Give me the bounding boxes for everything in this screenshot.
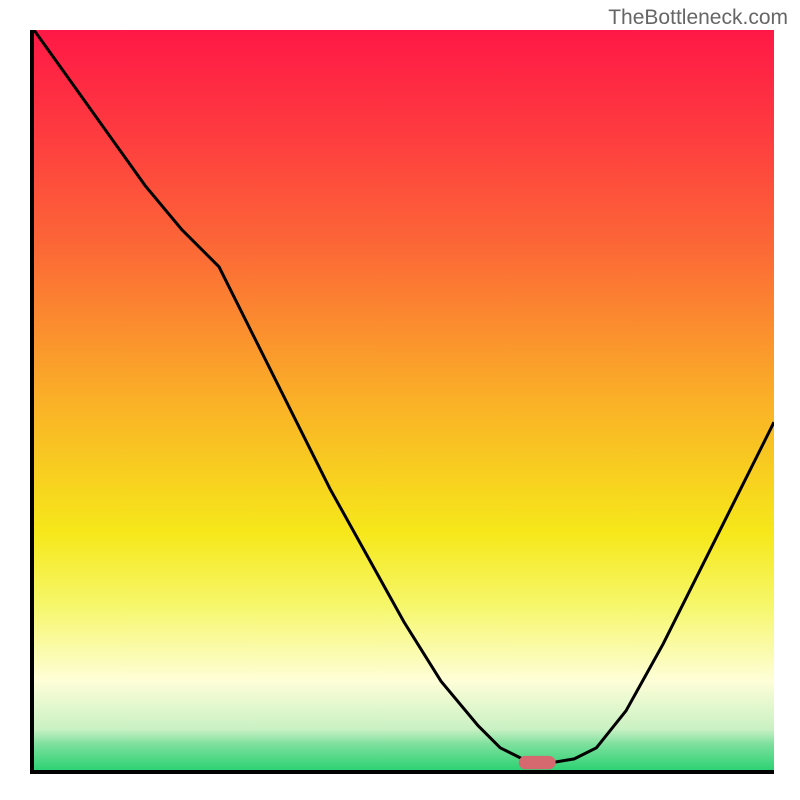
plot-area bbox=[30, 30, 774, 774]
plot-svg bbox=[34, 30, 774, 770]
attribution-text: TheBottleneck.com bbox=[608, 6, 788, 30]
chart-container: TheBottleneck.com bbox=[0, 0, 800, 800]
gradient-background bbox=[34, 30, 774, 770]
target-marker bbox=[519, 756, 556, 769]
